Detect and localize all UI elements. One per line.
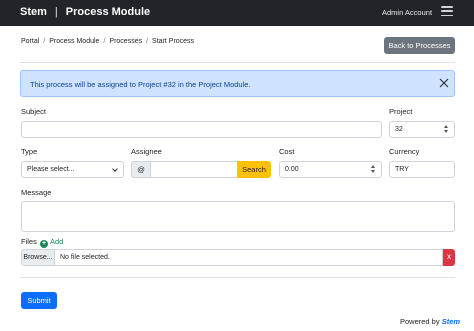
breadcrumb-item-processes[interactable]: Processes xyxy=(109,38,142,45)
submit-button[interactable]: Submit xyxy=(21,292,57,309)
type-select[interactable]: Please select... xyxy=(21,161,124,178)
project-label: Project xyxy=(389,107,413,116)
file-input[interactable]: Browse... No file selected. xyxy=(21,249,443,266)
assignee-input[interactable] xyxy=(150,161,238,178)
assignee-label: Assignee xyxy=(131,147,162,156)
brand-separator: | xyxy=(54,6,58,18)
account-menu[interactable]: Admin Account xyxy=(382,8,432,17)
breadcrumb-divider: / xyxy=(103,38,106,45)
number-spinner-icon[interactable] xyxy=(444,125,449,133)
breadcrumb-divider: / xyxy=(43,38,46,45)
powered-by-text: Powered by xyxy=(400,317,440,326)
type-label: Type xyxy=(21,147,38,156)
currency-input[interactable]: TRY xyxy=(389,161,455,178)
breadcrumb-divider: / xyxy=(146,38,149,45)
footer-brand-link[interactable]: Stem xyxy=(442,317,460,326)
cost-label: Cost xyxy=(279,147,295,156)
brand-name: Stem xyxy=(20,6,47,18)
breadcrumb-item-process-module[interactable]: Process Module xyxy=(49,38,99,45)
project-value: 32 xyxy=(395,126,403,133)
breadcrumb-item-portal[interactable]: Portal xyxy=(21,38,39,45)
alert-message: This process will be assigned to Project… xyxy=(30,80,251,89)
message-textarea[interactable] xyxy=(21,201,455,232)
file-status: No file selected. xyxy=(60,254,110,261)
add-file-label: Add xyxy=(50,237,64,246)
divider xyxy=(20,277,455,278)
remove-file-button[interactable]: x xyxy=(443,249,455,266)
breadcrumb: Portal / Process Module / Processes / Start Pr… xyxy=(21,38,194,45)
message-label: Message xyxy=(21,188,52,197)
number-spinner-icon[interactable] xyxy=(371,165,376,173)
top-navbar: Stem | Process Module Admin Account xyxy=(0,0,474,26)
add-file-button[interactable]: + Add xyxy=(40,237,63,248)
cost-input[interactable]: 0.00 xyxy=(279,161,382,178)
hamburger-icon[interactable] xyxy=(441,6,453,17)
type-select-value: Please select... xyxy=(27,166,75,173)
assignee-search-button[interactable]: Search xyxy=(237,161,271,178)
chevron-down-icon xyxy=(112,166,118,172)
browse-button[interactable]: Browse... xyxy=(22,250,55,265)
files-label: Files xyxy=(21,237,37,246)
back-to-processes-button[interactable]: Back to Processes xyxy=(384,37,455,54)
module-name: Process Module xyxy=(65,6,151,18)
subject-label: Subject xyxy=(21,107,47,116)
at-icon: @ xyxy=(131,161,151,178)
currency-label: Currency xyxy=(389,147,420,156)
divider xyxy=(20,62,455,63)
subject-input[interactable] xyxy=(21,121,382,138)
brand[interactable]: Stem | Process Module xyxy=(20,6,150,18)
cost-value: 0.00 xyxy=(285,166,299,173)
breadcrumb-item-start-process: Start Process xyxy=(152,38,195,45)
info-alert: This process will be assigned to Project… xyxy=(20,70,455,97)
project-input[interactable]: 32 xyxy=(389,121,455,138)
plus-icon: + xyxy=(40,240,48,248)
powered-by: Powered by Stem xyxy=(400,317,460,326)
close-icon[interactable] xyxy=(439,78,449,88)
